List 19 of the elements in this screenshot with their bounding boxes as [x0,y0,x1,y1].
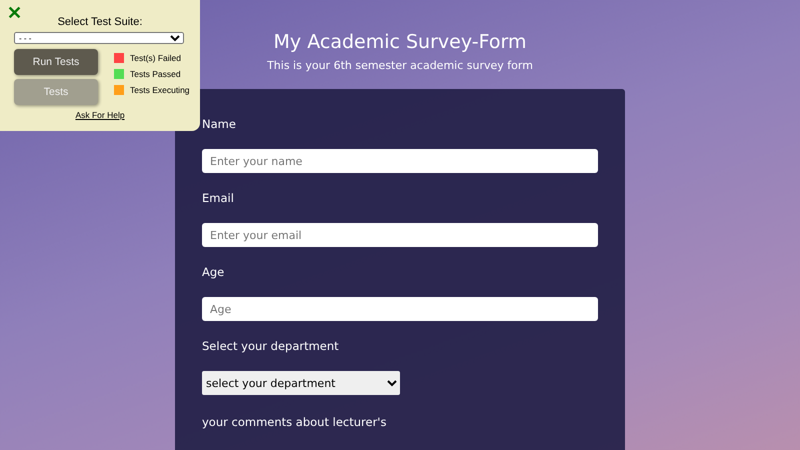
legend-label: Tests Executing [130,85,190,95]
suite-select[interactable]: - - - [14,32,184,44]
field-label: Age [202,265,224,279]
field-label: Email [202,191,234,205]
input-field[interactable]: Enter your email [202,223,598,247]
field-label: Name [202,117,236,131]
field-label: Select your department [202,339,339,353]
help-link[interactable]: Ask For Help [75,110,125,120]
panel-title: Select Test Suite: [56,16,144,28]
close-icon[interactable]: ✕ [7,2,22,24]
input-field[interactable]: Enter your name [202,149,598,173]
page-subtitle: This is your 6th semester academic survey form [267,59,533,72]
input-field[interactable]: Age [202,297,598,321]
run-tests-button[interactable]: Run Tests [14,49,98,75]
department-select[interactable]: select your department [202,371,400,395]
page-title: My Academic Survey-Form [274,31,526,53]
legend-label: Tests Passed [130,69,181,79]
field-label: your comments about lecturer's [202,415,386,429]
legend-label: Test(s) Failed [130,53,182,63]
